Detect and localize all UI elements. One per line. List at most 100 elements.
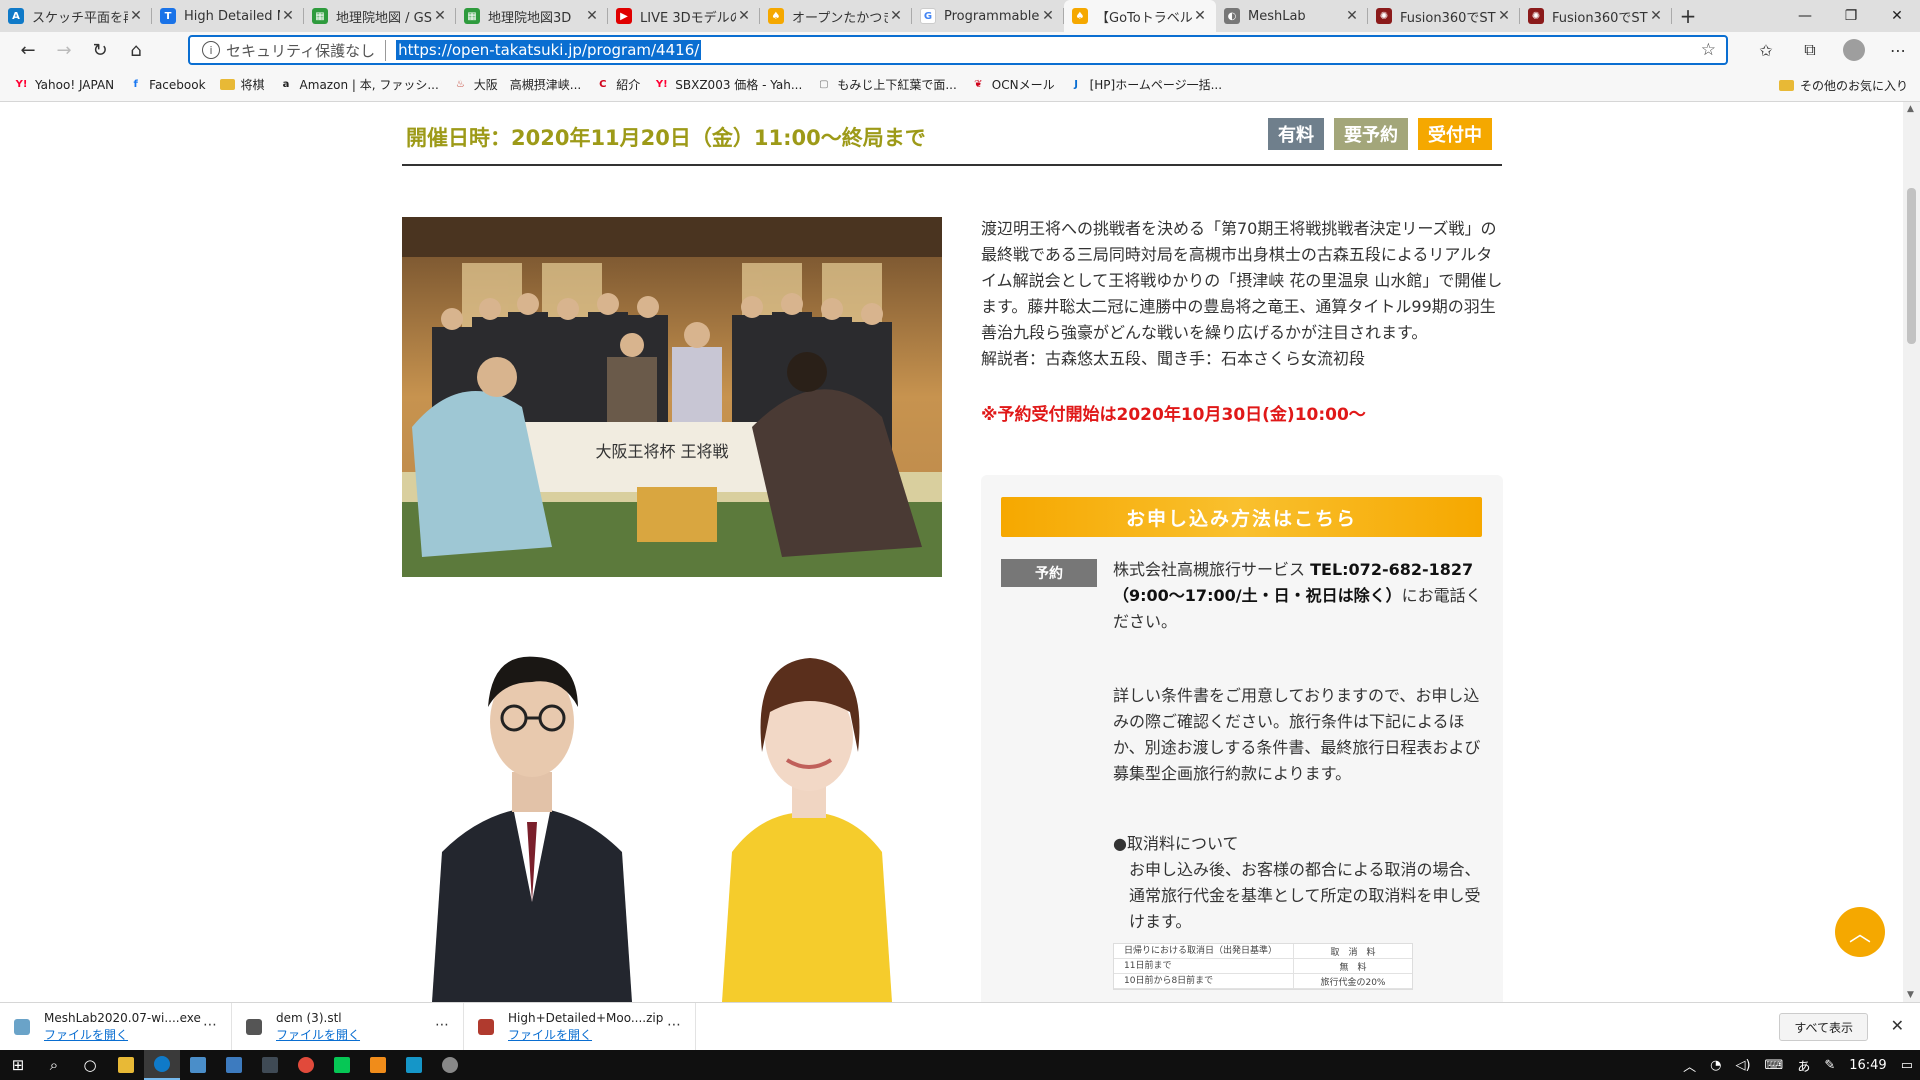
browser-tab-9[interactable]: ✺ Fusion360でSTLF✕ xyxy=(1368,0,1520,32)
volume-icon[interactable]: ◁) xyxy=(1728,1058,1757,1073)
app-icon-4[interactable] xyxy=(396,1050,432,1080)
file-explorer-icon[interactable] xyxy=(108,1050,144,1080)
favorite-icon: Y! xyxy=(15,79,28,90)
tab-close-icon[interactable]: ✕ xyxy=(1648,8,1664,24)
line-icon[interactable] xyxy=(324,1050,360,1080)
tab-label: Fusion360でSTLF xyxy=(1400,10,1496,26)
download-info: High+Detailed+Moo....zip ファイルを開く xyxy=(508,1010,663,1044)
page-scrollbar[interactable]: ▲ ▼ xyxy=(1903,102,1920,1002)
profile-avatar[interactable] xyxy=(1832,34,1876,66)
favorite-item-2[interactable]: 将棋 xyxy=(219,76,265,93)
collections-icon[interactable]: ⧉ xyxy=(1788,34,1832,66)
home-icon[interactable]: ⌂ xyxy=(118,34,154,66)
chrome-icon[interactable] xyxy=(288,1050,324,1080)
clock[interactable]: 16:49 xyxy=(1842,1058,1893,1073)
close-window-icon[interactable]: ✕ xyxy=(1874,0,1920,32)
app-icon-5[interactable] xyxy=(432,1050,468,1080)
favorite-item-7[interactable]: ▢ もみじ上下紅葉で面... xyxy=(816,76,957,93)
tab-favicon-icon: ♠ xyxy=(1072,8,1088,24)
app-icon-2[interactable] xyxy=(216,1050,252,1080)
app-icon-1[interactable] xyxy=(180,1050,216,1080)
network-icon[interactable]: ◔ xyxy=(1703,1058,1728,1073)
tab-close-icon[interactable]: ✕ xyxy=(736,8,752,24)
favorite-item-1[interactable]: f Facebook xyxy=(128,76,205,93)
favorite-star-icon[interactable]: ☆ xyxy=(1701,40,1716,60)
tab-close-icon[interactable]: ✕ xyxy=(888,8,904,24)
browser-tab-4[interactable]: ▶ LIVE 3Dモデルの作✕ xyxy=(608,0,760,32)
edge-icon[interactable] xyxy=(144,1050,180,1080)
tab-favicon-icon: ✺ xyxy=(1528,8,1544,24)
browser-tab-7[interactable]: ♠ 【GoToトラベル事業✕ xyxy=(1064,0,1216,32)
favorite-item-3[interactable]: a Amazon | 本, ファッシ... xyxy=(279,76,439,93)
fusion-icon[interactable] xyxy=(360,1050,396,1080)
favorite-item-0[interactable]: Y! Yahoo! JAPAN xyxy=(14,76,115,93)
menu-icon[interactable]: ⋯ xyxy=(1876,34,1920,66)
open-file-link[interactable]: ファイルを開く xyxy=(508,1027,663,1044)
phone-number[interactable]: TEL:072-682-1827 xyxy=(1310,560,1473,579)
download-more-icon[interactable]: ⋯ xyxy=(203,1017,217,1033)
browser-tab-5[interactable]: ♠ オープンたかつき ~✕ xyxy=(760,0,912,32)
favorite-item-5[interactable]: C 紹介 xyxy=(595,76,640,93)
tab-strip: Aスケッチ平面を再定✕THigh Detailed M✕▦地理院地図 / GS✕… xyxy=(0,0,1920,32)
browser-tab-2[interactable]: ▦ 地理院地図 / GS ✕ xyxy=(304,0,456,32)
browser-tab-8[interactable]: ◐ MeshLab ✕ xyxy=(1216,0,1368,32)
favorite-label: Yahoo! JAPAN xyxy=(35,77,115,92)
download-more-icon[interactable]: ⋯ xyxy=(667,1017,681,1033)
tab-close-icon[interactable]: ✕ xyxy=(584,8,600,24)
favorite-item-4[interactable]: ♨ 大阪 高槻摂津峡... xyxy=(453,76,581,93)
back-icon[interactable]: ← xyxy=(10,34,46,66)
scroll-up-icon[interactable]: ▲ xyxy=(1907,104,1914,114)
windows-start-icon[interactable]: ⊞ xyxy=(0,1050,36,1080)
download-item-1[interactable]: dem (3).stl ファイルを開く ⋯ xyxy=(232,1002,464,1051)
download-list: MeshLab2020.07-wi....exe ファイルを開く ⋯ dem (3).… xyxy=(0,1002,696,1051)
info-icon[interactable]: i xyxy=(202,41,220,59)
forward-icon[interactable]: → xyxy=(46,34,82,66)
favorite-item-9[interactable]: J [HP]ホームページ一括... xyxy=(1069,76,1222,93)
tab-close-icon[interactable]: ✕ xyxy=(128,8,144,24)
favorite-item-6[interactable]: Y! SBXZ003 価格 - Yah... xyxy=(654,76,802,93)
restore-icon[interactable]: ❐ xyxy=(1828,0,1874,32)
url-text[interactable]: https://open-takatsuki.jp/program/4416/ xyxy=(396,40,702,60)
other-favorites[interactable]: その他のお気に入り xyxy=(1778,77,1908,94)
show-all-downloads-button[interactable]: すべて表示 xyxy=(1779,1013,1868,1041)
tab-close-icon[interactable]: ✕ xyxy=(432,8,448,24)
download-more-icon[interactable]: ⋯ xyxy=(435,1017,449,1033)
app-icon-3[interactable] xyxy=(252,1050,288,1080)
scrollbar-thumb[interactable] xyxy=(1907,188,1916,344)
favorite-item-8[interactable]: ❦ OCNメール xyxy=(971,76,1055,93)
new-tab-button[interactable]: + xyxy=(1672,0,1704,32)
open-file-link[interactable]: ファイルを開く xyxy=(276,1027,360,1044)
refresh-icon[interactable]: ↻ xyxy=(82,34,118,66)
notification-icon[interactable]: ▭ xyxy=(1894,1058,1920,1073)
tab-close-icon[interactable]: ✕ xyxy=(1344,8,1360,24)
favorite-label: 紹介 xyxy=(616,78,641,92)
browser-tab-10[interactable]: ✺ Fusion360でSTLF✕ xyxy=(1520,0,1672,32)
keyboard-icon[interactable]: ⌨ xyxy=(1758,1058,1791,1073)
tray-expand-icon[interactable]: ︿ xyxy=(1676,1056,1703,1075)
table-row: 11日前まで 無 料 xyxy=(1114,958,1412,974)
task-view-icon[interactable]: ○ xyxy=(72,1050,108,1080)
search-icon[interactable]: ⌕ xyxy=(36,1050,72,1080)
address-bar[interactable]: i セキュリティ保護なし https://open-takatsuki.jp/p… xyxy=(188,35,1728,65)
browser-tab-1[interactable]: T High Detailed M ✕ xyxy=(152,0,304,32)
pen-icon[interactable]: ✎ xyxy=(1817,1058,1842,1073)
download-item-0[interactable]: MeshLab2020.07-wi....exe ファイルを開く ⋯ xyxy=(0,1002,232,1051)
tab-close-icon[interactable]: ✕ xyxy=(1192,8,1208,24)
download-item-2[interactable]: High+Detailed+Moo....zip ファイルを開く ⋯ xyxy=(464,1002,696,1051)
browser-tab-3[interactable]: ▦ 地理院地図3D ✕ xyxy=(456,0,608,32)
favorite-icon: J xyxy=(1074,79,1078,90)
close-download-bar-icon[interactable]: ✕ xyxy=(1891,1016,1904,1035)
back-to-top-button[interactable]: ︿ xyxy=(1835,907,1885,957)
tab-close-icon[interactable]: ✕ xyxy=(1040,8,1056,24)
paid-badge: 有料 xyxy=(1268,118,1324,150)
favorites-icon[interactable]: ✩ xyxy=(1744,34,1788,66)
browser-tab-0[interactable]: A スケッチ平面を再定✕ xyxy=(0,0,152,32)
scroll-down-icon[interactable]: ▼ xyxy=(1907,990,1914,1000)
ime-indicator[interactable]: あ xyxy=(1790,1056,1817,1075)
tab-close-icon[interactable]: ✕ xyxy=(1496,8,1512,24)
page-viewport[interactable]: 開催日時：2020年11月20日（金）11:00～終局まで 有料 要予約 受付中 xyxy=(0,102,1920,1002)
minimize-icon[interactable]: — xyxy=(1782,0,1828,32)
browser-tab-6[interactable]: G Programmable S✕ xyxy=(912,0,1064,32)
tab-close-icon[interactable]: ✕ xyxy=(280,8,296,24)
open-file-link[interactable]: ファイルを開く xyxy=(44,1027,201,1044)
